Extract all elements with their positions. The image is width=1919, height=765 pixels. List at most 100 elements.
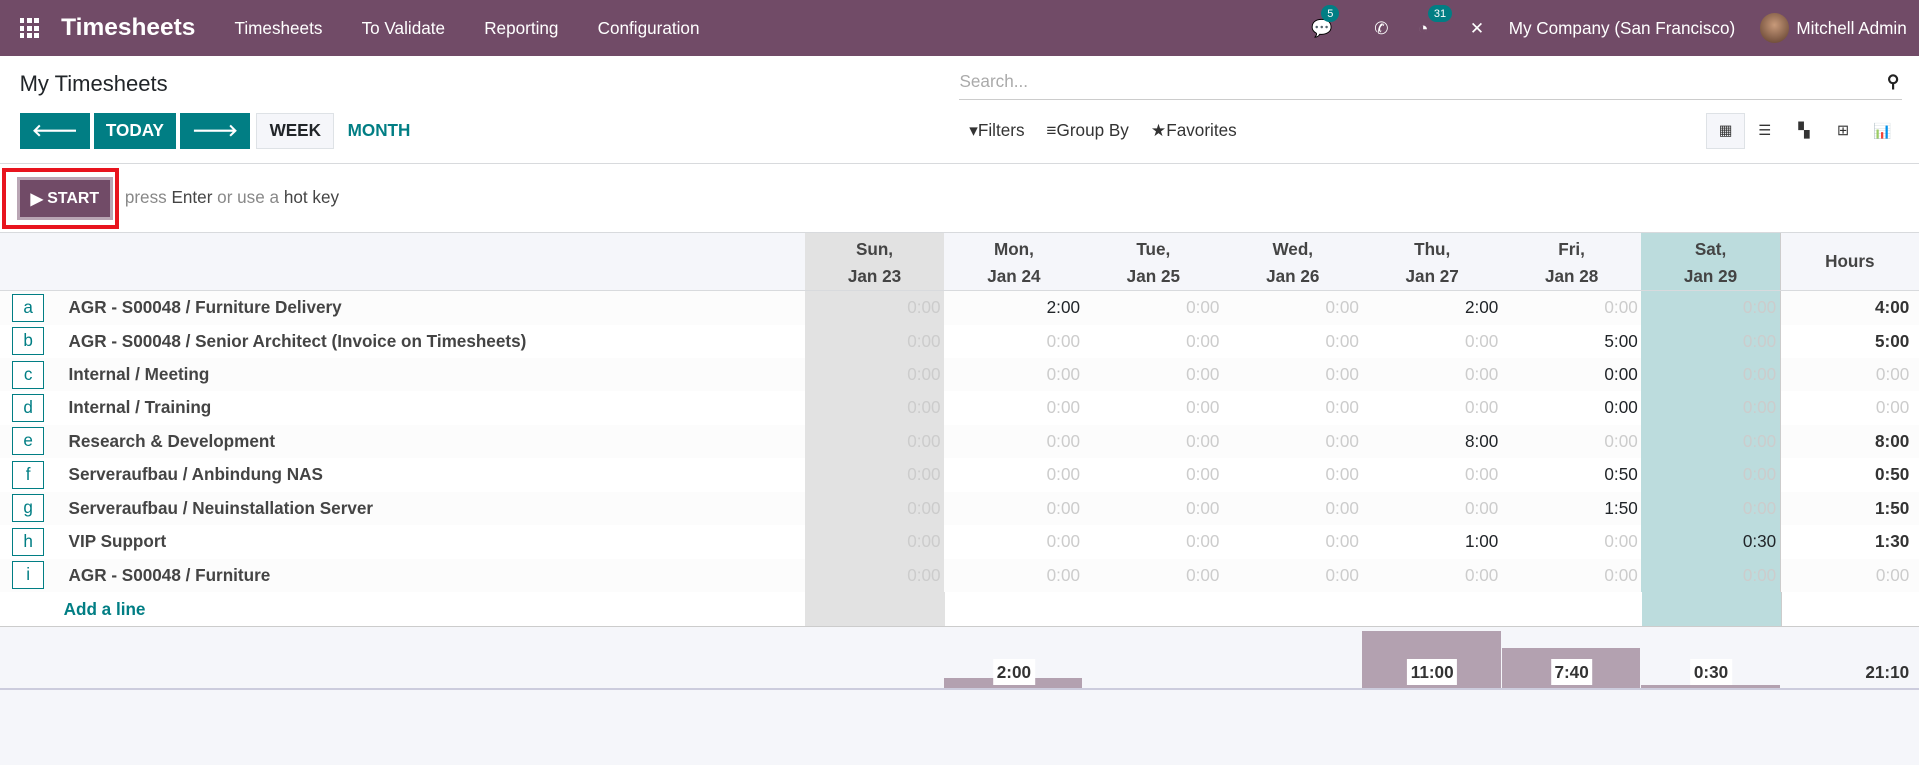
week-button[interactable]: WEEK: [256, 112, 335, 150]
hour-cell[interactable]: 0:00: [1641, 358, 1781, 392]
company-switcher[interactable]: My Company (San Francisco): [1509, 18, 1736, 39]
hour-cell[interactable]: 0:00: [1223, 425, 1362, 458]
previous-button[interactable]: 🡐: [19, 112, 90, 150]
row-hotkey[interactable]: e: [12, 427, 45, 456]
apps-menu-icon[interactable]: [19, 18, 40, 38]
hour-cell[interactable]: 5:00: [1502, 325, 1641, 358]
hour-cell[interactable]: 0:00: [804, 291, 945, 325]
hour-cell[interactable]: 0:00: [1084, 291, 1223, 324]
hour-cell[interactable]: 0:00: [1363, 559, 1502, 592]
hour-cell[interactable]: 0:00: [804, 391, 945, 425]
add-a-line-link[interactable]: Add a line: [0, 599, 146, 619]
hour-cell[interactable]: 0:00: [944, 325, 1083, 358]
row-hotkey[interactable]: a: [12, 293, 45, 322]
hour-cell[interactable]: 0:00: [1084, 559, 1223, 592]
hour-cell[interactable]: 0:00: [1223, 492, 1362, 525]
hour-cell[interactable]: 0:00: [804, 358, 945, 392]
hour-cell[interactable]: 0:00: [804, 424, 945, 459]
menu-timesheets[interactable]: Timesheets: [215, 18, 342, 39]
next-button[interactable]: 🡒: [179, 112, 251, 150]
hour-cell[interactable]: 0:00: [944, 525, 1083, 558]
hour-cell[interactable]: 0:00: [804, 525, 945, 559]
hour-cell[interactable]: 0:00: [1502, 425, 1641, 458]
group-by-button[interactable]: ≡Group By: [1047, 120, 1129, 141]
activities-icon[interactable]: ◔ 31: [1418, 5, 1453, 39]
favorites-button[interactable]: ★Favorites: [1151, 120, 1237, 141]
hour-cell[interactable]: 0:00: [1363, 325, 1502, 358]
start-button[interactable]: ▶ START: [17, 177, 113, 221]
hour-cell[interactable]: 1:50: [1502, 492, 1641, 525]
hour-cell[interactable]: 1:00: [1363, 525, 1502, 558]
hour-cell[interactable]: 0:00: [1084, 425, 1223, 458]
hour-cell[interactable]: 0:00: [944, 425, 1083, 458]
menu-configuration[interactable]: Configuration: [578, 18, 719, 39]
hour-cell[interactable]: 0:50: [1502, 458, 1641, 491]
hour-cell[interactable]: 0:00: [944, 391, 1083, 424]
row-hotkey[interactable]: i: [12, 560, 45, 590]
row-hotkey[interactable]: d: [12, 393, 45, 423]
hour-cell[interactable]: 0:00: [1641, 491, 1781, 526]
hour-cell[interactable]: 0:00: [1502, 559, 1641, 592]
hour-cell[interactable]: 0:00: [1641, 558, 1781, 592]
pivot-view-icon[interactable]: ⊞: [1824, 113, 1863, 150]
hour-cell[interactable]: 0:00: [1641, 424, 1781, 459]
hour-cell[interactable]: 0:00: [1223, 358, 1362, 391]
month-button[interactable]: MONTH: [338, 113, 420, 150]
hour-cell[interactable]: 2:00: [1363, 291, 1502, 324]
hour-cell[interactable]: 0:00: [1641, 324, 1781, 359]
phone-icon[interactable]: ✆: [1374, 18, 1388, 39]
search-input[interactable]: Search... ⚲: [959, 69, 1902, 101]
hour-cell[interactable]: 0:00: [1084, 458, 1223, 491]
hour-cell[interactable]: 0:00: [1502, 358, 1641, 391]
hour-cell[interactable]: 0:00: [1084, 492, 1223, 525]
hour-cell[interactable]: 0:00: [1641, 458, 1781, 492]
hour-cell[interactable]: 0:00: [944, 458, 1083, 491]
hour-cell[interactable]: 0:00: [1363, 492, 1502, 525]
filters-button[interactable]: ▾Filters: [969, 120, 1024, 141]
hour-cell[interactable]: 0:00: [804, 458, 945, 492]
hour-cell[interactable]: 0:00: [1084, 391, 1223, 424]
hour-cell[interactable]: 0:00: [804, 324, 945, 359]
row-hotkey[interactable]: h: [12, 527, 45, 556]
hour-cell[interactable]: 0:00: [944, 559, 1083, 592]
user-menu[interactable]: Mitchell Admin: [1796, 18, 1906, 39]
graph-view-icon[interactable]: 📊: [1863, 113, 1902, 150]
hour-cell[interactable]: 0:00: [1084, 358, 1223, 391]
grid-view-icon[interactable]: ▦: [1706, 112, 1746, 150]
hour-cell[interactable]: 0:00: [1641, 291, 1781, 325]
hour-cell[interactable]: 2:00: [944, 291, 1083, 324]
hour-cell[interactable]: 0:00: [1084, 525, 1223, 558]
hour-cell[interactable]: 0:00: [1223, 559, 1362, 592]
hour-cell[interactable]: 0:00: [1502, 391, 1641, 424]
row-hotkey[interactable]: g: [12, 494, 45, 523]
list-view-icon[interactable]: ☰: [1745, 113, 1784, 150]
tools-icon[interactable]: ✕: [1470, 18, 1484, 39]
row-hotkey[interactable]: b: [12, 327, 45, 356]
kanban-view-icon[interactable]: ▚: [1784, 113, 1823, 150]
hour-cell[interactable]: 0:00: [1223, 458, 1362, 491]
messages-icon[interactable]: 💬 5: [1311, 5, 1340, 39]
hour-cell[interactable]: 0:00: [1223, 291, 1362, 324]
row-hotkey[interactable]: c: [12, 360, 45, 389]
avatar[interactable]: [1759, 13, 1790, 43]
hour-cell[interactable]: 0:00: [1223, 391, 1362, 424]
search-icon[interactable]: ⚲: [1887, 71, 1900, 92]
hour-cell[interactable]: 0:00: [944, 492, 1083, 525]
hour-cell[interactable]: 0:00: [1363, 358, 1502, 391]
hour-cell[interactable]: 0:00: [1641, 391, 1781, 425]
hour-cell[interactable]: 0:00: [804, 558, 945, 592]
hour-cell[interactable]: 0:00: [1502, 291, 1641, 324]
hour-cell[interactable]: 0:00: [1363, 458, 1502, 491]
menu-to-validate[interactable]: To Validate: [342, 18, 465, 39]
hour-cell[interactable]: 0:00: [1084, 325, 1223, 358]
hour-cell[interactable]: 0:30: [1641, 525, 1781, 559]
today-button[interactable]: TODAY: [93, 112, 177, 150]
row-hotkey[interactable]: f: [12, 460, 45, 489]
hour-cell[interactable]: 0:00: [1502, 525, 1641, 558]
hour-cell[interactable]: 0:00: [1223, 525, 1362, 558]
hour-cell[interactable]: 0:00: [1223, 325, 1362, 358]
hour-cell[interactable]: 8:00: [1363, 425, 1502, 458]
hour-cell[interactable]: 0:00: [1363, 391, 1502, 424]
app-title[interactable]: Timesheets: [61, 14, 195, 42]
menu-reporting[interactable]: Reporting: [465, 18, 578, 39]
